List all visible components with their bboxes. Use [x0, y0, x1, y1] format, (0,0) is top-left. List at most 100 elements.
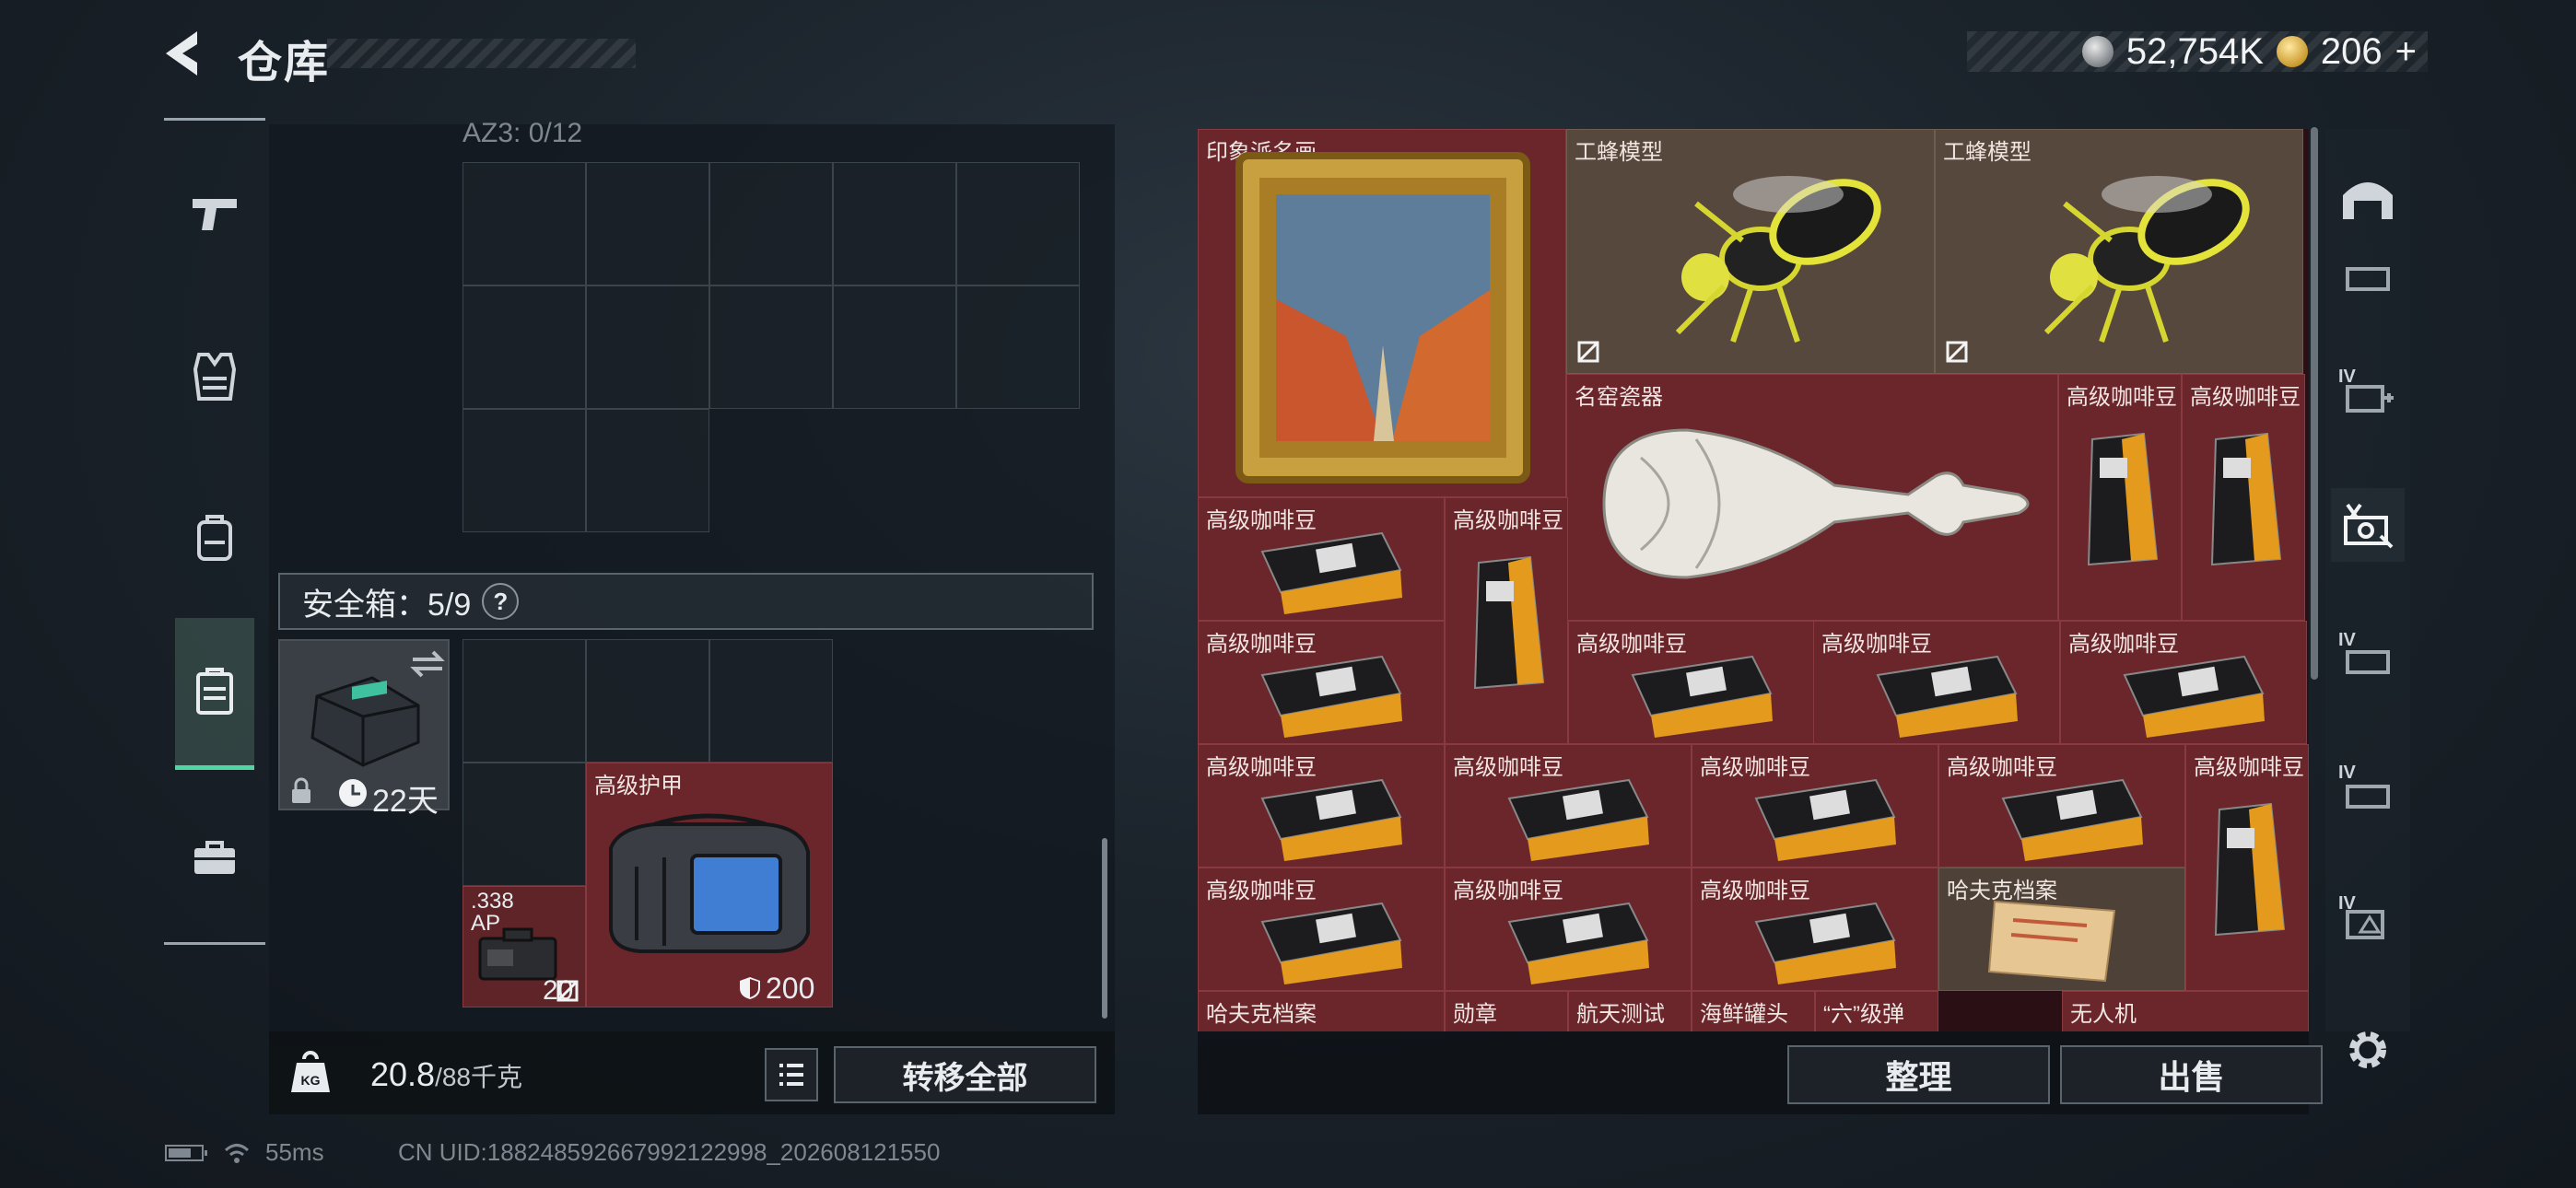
porcelain-vase-image [1602, 428, 2030, 579]
grid-slot[interactable] [586, 409, 709, 532]
armor-bag-image [609, 813, 810, 953]
item-label: 无人机 [2070, 1002, 2137, 1027]
stash-scrollbar[interactable] [2311, 127, 2318, 680]
container-icon [2346, 785, 2390, 809]
stash-item[interactable]: 高级咖啡豆 [1445, 497, 1568, 744]
grid-slot[interactable] [833, 162, 956, 285]
tab-safe-case[interactable] [175, 618, 254, 770]
stash-item[interactable]: 无人机 [2062, 991, 2309, 1031]
sell-button[interactable]: 出售 [2060, 1045, 2323, 1104]
back-button[interactable] [157, 26, 212, 81]
stash-item[interactable]: 高级咖啡豆 [2182, 374, 2305, 621]
stash-item-bee-model[interactable]: 工蜂模型 [1935, 129, 2303, 374]
stash-item[interactable]: 高级咖啡豆 [2060, 621, 2307, 744]
grid-slot[interactable] [709, 162, 833, 285]
filter-button[interactable] [2331, 241, 2405, 315]
swap-icon [410, 650, 445, 678]
safe-item-armor[interactable]: 高级护甲 200 [586, 763, 833, 1007]
safe-item-ammo[interactable]: .338 AP 20 [463, 886, 586, 1007]
stash-item[interactable]: 高级咖啡豆 [1568, 621, 1815, 744]
filter-button[interactable] [2331, 361, 2405, 435]
stash-item[interactable]: 哈夫克档案 [1198, 991, 1445, 1031]
stash-item-painting[interactable]: 印象派名画 [1198, 129, 1566, 497]
filter-all-button[interactable] [2331, 162, 2405, 236]
item-label: 海鲜罐头 [1700, 1002, 1788, 1027]
title-decoration [327, 39, 636, 68]
transfer-all-button[interactable]: 转移全部 [834, 1046, 1096, 1103]
filter-valuables-button[interactable] [2331, 488, 2405, 562]
item-label: 高级咖啡豆 [2190, 385, 2301, 410]
grid-slot[interactable] [463, 162, 586, 285]
stash-item[interactable]: 高级咖啡豆 [1445, 744, 1692, 868]
gold-coin-icon [2276, 36, 2308, 67]
item-label: 航天测试 [1576, 1002, 1665, 1027]
grid-slot[interactable] [463, 285, 586, 409]
stash-item[interactable]: 高级咖啡豆 [1938, 744, 2185, 868]
safe-case-card[interactable]: 22天 [278, 639, 450, 819]
stash-item[interactable]: 哈夫克档案 [1938, 868, 2185, 991]
tab-guns[interactable] [178, 178, 252, 251]
back-arrow-icon [166, 31, 197, 76]
list-icon [779, 1064, 803, 1086]
stash-item[interactable]: 高级咖啡豆 [1198, 497, 1445, 621]
coffee-pack-image [1507, 902, 1649, 984]
weight-readout: 20.8/88千克 [370, 1055, 522, 1094]
stash-item[interactable]: 高级咖啡豆 [1445, 868, 1692, 991]
container-capacity: AZ3: 0/12 [463, 118, 583, 148]
stash-item[interactable]: 航天测试 [1568, 991, 1692, 1031]
equipment-icon [2346, 267, 2390, 291]
stash-item-bee-model[interactable]: 工蜂模型 [1566, 129, 1935, 374]
battery-icon [165, 1144, 207, 1161]
coffee-pack-image [1260, 655, 1402, 738]
stash-item[interactable]: 海鲜罐头 [1692, 991, 1815, 1031]
backpack-icon [197, 515, 232, 561]
triangle-box-icon [2346, 910, 2384, 939]
grid-slot[interactable] [586, 285, 709, 409]
wifi-icon [224, 1143, 250, 1163]
stash-grid: 印象派名画 工蜂模型 工蜂模型 [1198, 129, 2309, 1031]
stash-item[interactable]: 高级咖啡豆 [1198, 621, 1445, 744]
stash-item[interactable]: 高级咖啡豆 [1692, 868, 1938, 991]
organize-button[interactable]: 整理 [1787, 1045, 2050, 1104]
filter-button[interactable] [2331, 757, 2405, 831]
stash-item[interactable]: 高级咖啡豆 [1813, 621, 2060, 744]
valuables-icon [2344, 503, 2394, 549]
safe-slot[interactable] [586, 639, 709, 763]
settings-gear-icon[interactable] [2340, 1022, 2395, 1077]
tab-toolbox[interactable] [178, 821, 252, 894]
stash-item-porcelain[interactable]: 名窑瓷器 [1566, 374, 2058, 621]
grid-slot[interactable] [833, 285, 956, 409]
grid-slot[interactable] [586, 162, 709, 285]
painting-image [1235, 152, 1530, 483]
grid-slot[interactable] [463, 409, 586, 532]
stash-item[interactable]: “六”级弹 [1815, 991, 1938, 1031]
safe-slot[interactable] [709, 639, 833, 763]
left-scrollbar[interactable] [1102, 838, 1107, 1019]
stash-item[interactable]: 高级咖啡豆 [1198, 744, 1445, 868]
safe-slot[interactable] [463, 763, 586, 886]
add-currency-button[interactable]: + [2395, 31, 2417, 73]
tab-vest[interactable] [178, 340, 252, 413]
coffee-pack-image [1754, 778, 1896, 861]
stash-item[interactable]: 高级咖啡豆 [1198, 868, 1445, 991]
filter-button[interactable] [2331, 886, 2405, 960]
safe-box-help-button[interactable]: ? [482, 583, 520, 620]
no-insure-icon [556, 980, 579, 1002]
stash-item[interactable]: 高级咖啡豆 [1692, 744, 1938, 868]
grid-slot[interactable] [709, 285, 833, 409]
coffee-pack-image [1754, 902, 1896, 984]
shield-icon [740, 977, 760, 999]
stash-item[interactable]: 高级咖啡豆 [2185, 744, 2309, 991]
coffee-pack-image [1507, 778, 1649, 861]
safe-slot[interactable] [463, 639, 586, 763]
list-view-button[interactable] [765, 1048, 818, 1101]
weight-max: /88千克 [435, 1063, 523, 1091]
stash-item[interactable]: 高级咖啡豆 [2058, 374, 2182, 621]
coffee-pack-image [1631, 655, 1773, 738]
pistol-icon [193, 199, 237, 230]
stash-item[interactable]: 勋章 [1445, 991, 1568, 1031]
filter-button[interactable] [2331, 623, 2405, 696]
tab-backpack[interactable] [178, 500, 252, 574]
grid-slot[interactable] [956, 285, 1080, 409]
grid-slot[interactable] [956, 162, 1080, 285]
